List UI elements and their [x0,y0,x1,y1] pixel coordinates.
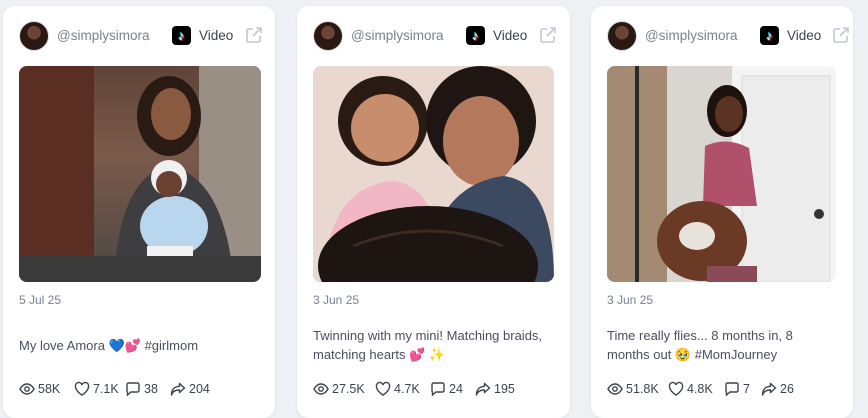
platform-label: Video [787,28,822,43]
video-thumbnail[interactable] [19,66,261,282]
comment-icon [431,382,445,397]
comments-count: 7 [743,382,750,396]
post-date: 5 Jul 25 [19,293,62,307]
avatar[interactable] [607,21,637,51]
tiktok-icon: ♪ [760,26,779,45]
post-stats: 58K 7.1K 38 204 [19,380,265,398]
external-link-icon[interactable] [831,25,851,45]
platform-label: Video [199,28,234,43]
external-link-icon[interactable] [244,25,264,45]
share-icon [475,382,491,396]
views-count: 51.8K [626,382,659,396]
avatar[interactable] [313,21,343,51]
post-stats: 27.5K 4.7K 24 195 [313,380,560,398]
post-caption: Time really flies... 8 months in, 8 mont… [607,328,793,362]
thumbnail-image [607,66,836,282]
comment-icon [126,382,140,397]
post-header: @simplysimora ♪ Video [19,21,264,51]
heart-icon [74,381,90,396]
platform-label: Video [493,28,528,43]
eye-icon [313,383,329,395]
views-count: 27.5K [332,382,365,396]
heart-icon [668,381,684,396]
eye-icon [607,383,623,395]
shares-count: 26 [780,382,794,396]
post-caption: My love Amora 💙💕 #girlmom [19,338,199,353]
external-link-icon[interactable] [538,25,558,45]
heart-icon [375,381,391,396]
tiktok-icon: ♪ [466,26,485,45]
comment-icon [725,382,739,397]
tiktok-icon: ♪ [172,26,191,45]
author-handle[interactable]: @simplysimora [57,28,149,43]
shares-count: 195 [494,382,515,396]
post-card[interactable]: @simplysimora ♪ Video 3 Jun 25 Time real… [591,6,853,418]
avatar[interactable] [19,21,49,51]
likes-count: 4.7K [394,382,420,396]
post-card[interactable]: @simplysimora ♪ Video 5 Jul 25 My love A… [3,6,275,418]
post-date: 3 Jun 25 [607,293,654,307]
share-icon [170,382,186,396]
post-header: @simplysimora ♪ Video [313,21,556,51]
share-icon [761,382,777,396]
comments-count: 24 [449,382,463,396]
post-header: @simplysimora ♪ Video [607,21,849,51]
thumbnail-image [19,66,261,282]
post-stats: 51.8K 4.8K 7 26 [607,380,843,398]
comments-count: 38 [144,382,158,396]
post-date: 3 Jun 25 [313,293,360,307]
thumbnail-image [313,66,554,282]
shares-count: 204 [189,382,210,396]
likes-count: 4.8K [687,382,713,396]
views-count: 58K [38,382,61,396]
author-handle[interactable]: @simplysimora [645,28,737,43]
video-thumbnail[interactable] [313,66,554,282]
video-thumbnail[interactable] [607,66,836,282]
eye-icon [19,383,35,395]
post-caption: Twinning with my mini! Matching braids, … [313,328,543,362]
author-handle[interactable]: @simplysimora [351,28,443,43]
post-card[interactable]: @simplysimora ♪ Video 3 Jun 25 Twinning … [297,6,570,418]
likes-count: 7.1K [93,382,119,396]
